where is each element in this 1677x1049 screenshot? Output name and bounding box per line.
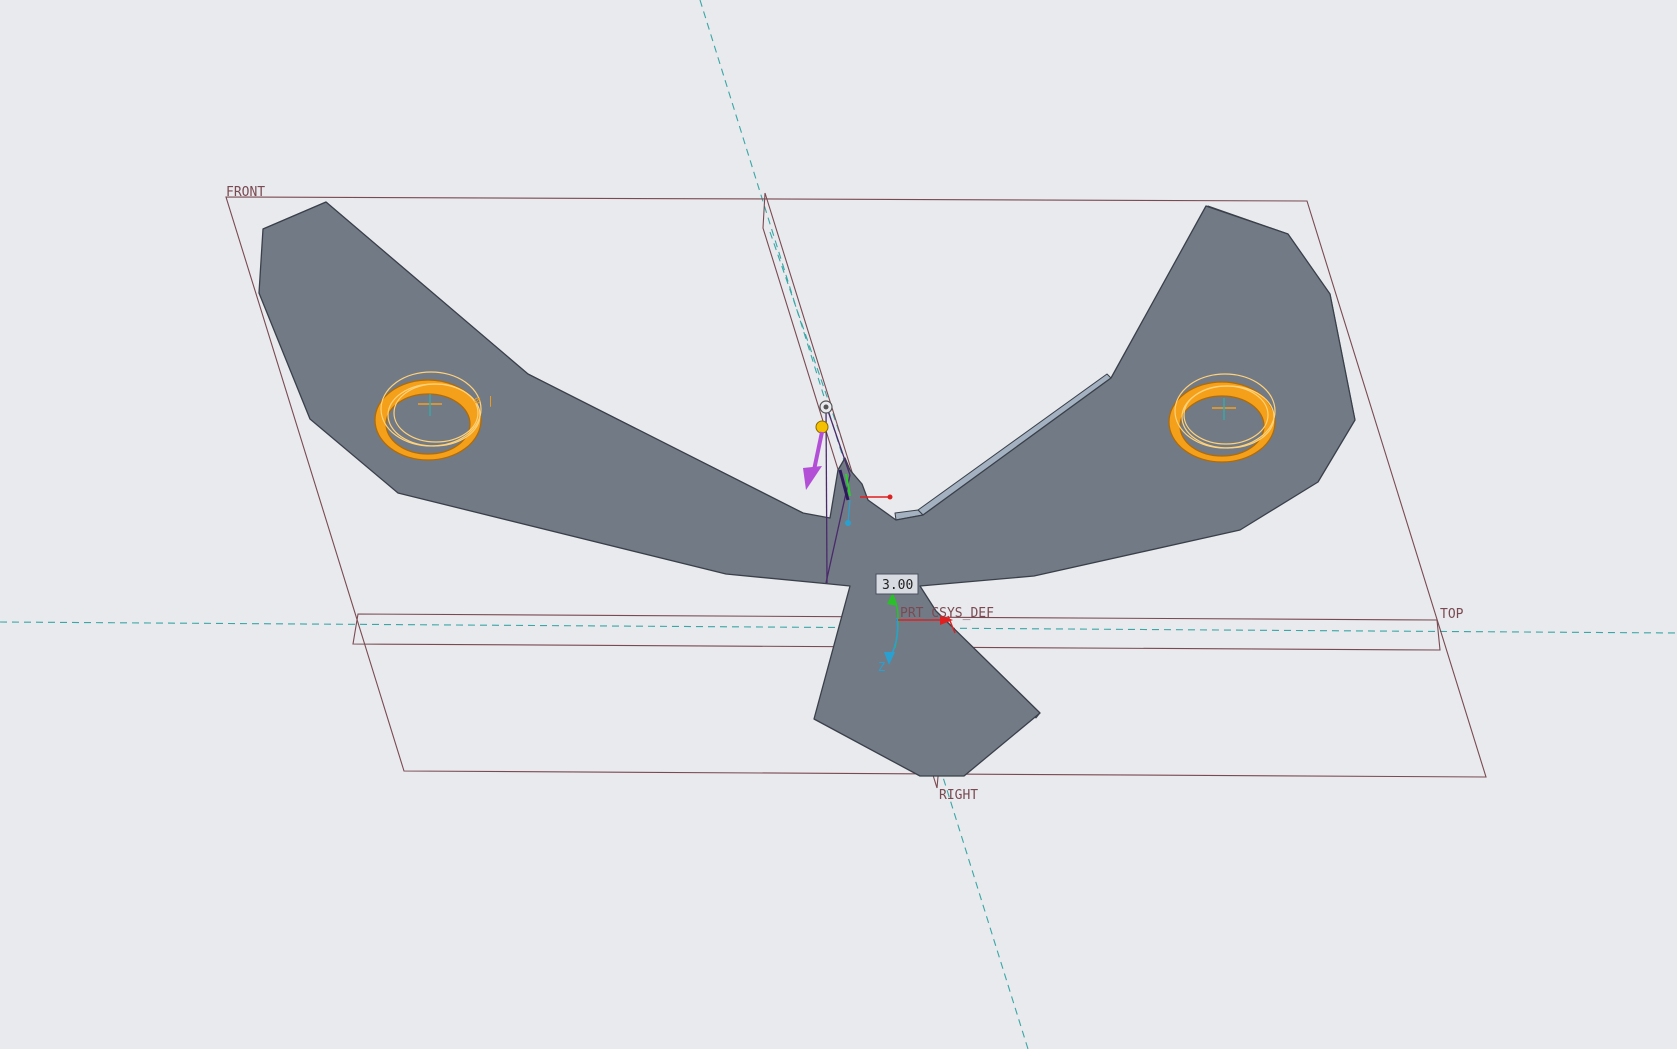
direction-arrow-icon[interactable] <box>803 431 824 490</box>
front-plane-label[interactable]: FRONT <box>226 185 265 200</box>
red-handle-dot[interactable] <box>887 494 893 500</box>
top-plane-label[interactable]: TOP <box>1440 607 1464 622</box>
right-plane-label[interactable]: RIGHT <box>939 788 978 803</box>
hole-tag-label: ⌀ | <box>474 394 494 407</box>
csys-label[interactable]: PRT_CSYS_DEF <box>900 606 994 621</box>
dimension-value[interactable]: 3.00 <box>875 573 919 595</box>
z-axis-label: Z <box>878 660 885 674</box>
graphics-viewport[interactable]: FRONT TOP RIGHT ⌀ | Z PRT_CSYS_DEF 3.00 <box>0 0 1677 1049</box>
model-scene[interactable]: FRONT TOP RIGHT ⌀ | Z PRT_CSYS_DEF 3.00 <box>0 0 1677 1049</box>
drag-handle-dot[interactable] <box>815 420 829 434</box>
dimension-value-text[interactable]: 3.00 <box>882 578 913 593</box>
part-body[interactable] <box>258 201 1356 777</box>
drag-handle-icon[interactable] <box>819 400 833 414</box>
